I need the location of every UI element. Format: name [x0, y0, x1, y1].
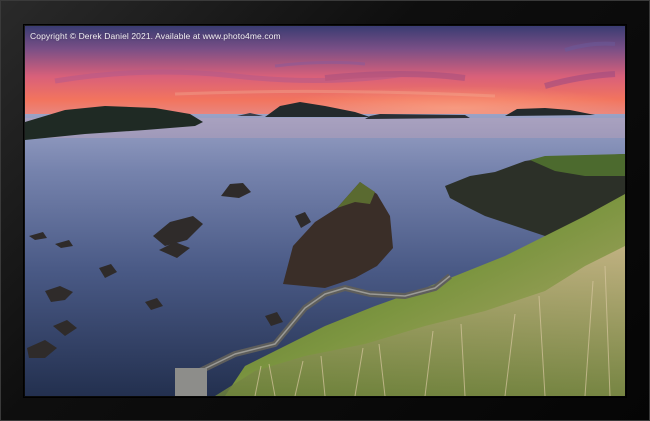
sunset-coast-scene: [25, 26, 625, 396]
copyright-watermark: Copyright © Derek Daniel 2021. Available…: [30, 31, 281, 41]
path-steps: [175, 368, 207, 396]
landscape-photo: Copyright © Derek Daniel 2021. Available…: [25, 26, 625, 396]
